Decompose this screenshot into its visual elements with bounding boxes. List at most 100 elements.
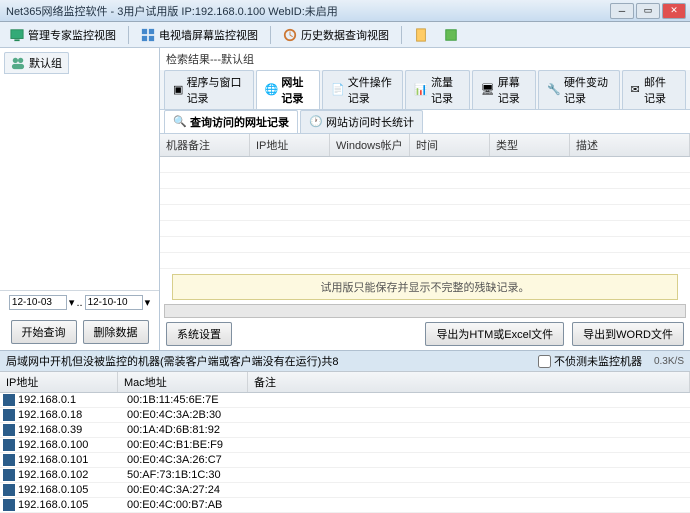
cell-ip: 192.168.0.18 <box>18 409 121 421</box>
tab-url[interactable]: 🌐网址记录 <box>256 70 320 109</box>
tab-screen[interactable]: 🖥屏幕记录 <box>472 70 536 109</box>
cell-ip: 192.168.0.1 <box>18 394 121 406</box>
cell-mac: 00:E0:4C:B1:BE:F9 <box>121 439 251 451</box>
mail-icon: ✉ <box>631 83 642 97</box>
cell-ip: 192.168.0.39 <box>18 424 121 436</box>
tab-program-window[interactable]: ▣程序与窗口记录 <box>164 70 254 109</box>
cell-mac: 00:E0:4C:00:B7:AB <box>121 499 251 511</box>
unmonitored-grid-header: IP地址 Mac地址 备注 <box>0 371 690 393</box>
col-desc[interactable]: 描述 <box>570 134 690 156</box>
unmonitored-header: 局域网中开机但没被监控的机器(需装客户端或客户端没有在运行)共8 不侦测未监控机… <box>0 351 690 371</box>
machine-row[interactable]: 192.168.0.10000:E0:4C:B1:BE:F9 <box>0 438 690 453</box>
col-ip[interactable]: IP地址 <box>250 134 330 156</box>
content-buttons: 系统设置 导出为HTM或Excel文件 导出到WORD文件 <box>160 318 690 350</box>
settings-button[interactable]: 系统设置 <box>166 322 232 346</box>
trial-warning: 试用版只能保存并显示不完整的残缺记录。 <box>172 274 678 300</box>
screen-icon: 🖥 <box>481 83 495 97</box>
unmonitored-title: 局域网中开机但没被监控的机器(需装客户端或客户端没有在运行)共8 <box>6 353 538 369</box>
cell-ip: 192.168.0.105 <box>18 499 121 511</box>
minimize-button[interactable]: ─ <box>610 3 634 19</box>
cell-mac: 00:1A:4D:6B:81:92 <box>121 424 251 436</box>
tab-file-ops[interactable]: 📄文件操作记录 <box>322 70 403 109</box>
sidebar: 默认组 ▾ .. ▾ 开始查询 删除数据 <box>0 48 160 350</box>
result-breadcrumb: 检索结果---默认组 <box>160 48 690 70</box>
machine-row[interactable]: 192.168.0.10250:AF:73:1B:1C:30 <box>0 468 690 483</box>
window-icon: ▣ <box>173 83 184 97</box>
machine-row[interactable]: 192.168.0.10500:E0:4C:00:B7:AB <box>0 498 690 513</box>
doc-icon <box>414 28 428 42</box>
dropdown-icon[interactable]: ▾ <box>145 296 151 309</box>
col-remark[interactable]: 机器备注 <box>160 134 250 156</box>
cell-ip: 192.168.0.100 <box>18 439 121 451</box>
grid-body[interactable] <box>160 157 690 270</box>
date-to-input[interactable] <box>85 295 143 310</box>
toolbar-history-view[interactable]: 历史数据查询视图 <box>279 25 393 45</box>
unmonitored-panel: 局域网中开机但没被监控的机器(需装客户端或客户端没有在运行)共8 不侦测未监控机… <box>0 350 690 513</box>
col-type[interactable]: 类型 <box>490 134 570 156</box>
delete-data-button[interactable]: 删除数据 <box>83 320 149 344</box>
date-from-input[interactable] <box>9 295 67 310</box>
tab-mail[interactable]: ✉邮件记录 <box>622 70 686 109</box>
export-excel-button[interactable]: 导出为HTM或Excel文件 <box>425 322 564 346</box>
file-icon: 📄 <box>331 83 345 97</box>
main-area: 默认组 ▾ .. ▾ 开始查询 删除数据 检索结果---默认组 ▣程序与窗口记录… <box>0 48 690 350</box>
close-button[interactable]: ✕ <box>662 3 686 19</box>
computer-icon <box>3 469 15 481</box>
machine-row[interactable]: 192.168.0.100:1B:11:45:6E:7E <box>0 393 690 408</box>
tab-hardware[interactable]: 🔧硬件变动记录 <box>538 70 619 109</box>
subtab-url-duration[interactable]: 🕐网站访问时长统计 <box>300 110 423 133</box>
tab-traffic[interactable]: 📊流量记录 <box>405 70 469 109</box>
unmonitored-rows[interactable]: 192.168.0.100:1B:11:45:6E:7E192.168.0.18… <box>0 393 690 513</box>
toolbar-extra-1[interactable] <box>410 26 432 44</box>
cell-ip: 192.168.0.105 <box>18 484 121 496</box>
grid-icon <box>141 28 155 42</box>
book-icon <box>444 28 458 42</box>
computer-icon <box>3 484 15 496</box>
lcol-remark[interactable]: 备注 <box>248 372 690 392</box>
history-icon <box>283 28 297 42</box>
lcol-ip[interactable]: IP地址 <box>0 372 118 392</box>
subtab-url-records[interactable]: 🔍查询访问的网址记录 <box>164 110 298 133</box>
machine-row[interactable]: 192.168.0.1800:E0:4C:3A:2B:30 <box>0 408 690 423</box>
machine-row[interactable]: 192.168.0.10100:E0:4C:3A:26:C7 <box>0 453 690 468</box>
main-toolbar: 管理专家监控视图 电视墙屏幕监控视图 历史数据查询视图 <box>0 22 690 48</box>
col-time[interactable]: 时间 <box>410 134 490 156</box>
window-title: Net365网络监控软件 - 3用户试用版 IP:192.168.0.100 W… <box>4 3 610 19</box>
sub-tabs: 🔍查询访问的网址记录 🕐网站访问时长统计 <box>160 110 690 134</box>
date-range: ▾ .. ▾ <box>0 290 159 314</box>
sidebar-tree[interactable] <box>0 78 159 290</box>
machine-row[interactable]: 192.168.0.3900:1A:4D:6B:81:92 <box>0 423 690 438</box>
speed-indicator: 0.3K/S <box>654 356 684 367</box>
lcol-mac[interactable]: Mac地址 <box>118 372 248 392</box>
sidebar-tab-default-group[interactable]: 默认组 <box>4 52 69 74</box>
cell-mac: 00:E0:4C:3A:2B:30 <box>121 409 251 421</box>
query-button[interactable]: 开始查询 <box>11 320 77 344</box>
chip-icon: 🔧 <box>547 83 561 97</box>
no-detect-checkbox[interactable]: 不侦测未监控机器 <box>538 353 642 369</box>
record-tabs: ▣程序与窗口记录 🌐网址记录 📄文件操作记录 📊流量记录 🖥屏幕记录 🔧硬件变动… <box>160 70 690 110</box>
computer-icon <box>3 394 15 406</box>
toolbar-manager-view[interactable]: 管理专家监控视图 <box>6 25 120 45</box>
horizontal-scrollbar[interactable] <box>164 304 686 318</box>
computer-icon <box>3 439 15 451</box>
cell-mac: 00:1B:11:45:6E:7E <box>121 394 251 406</box>
machine-row[interactable]: 192.168.0.10500:E0:4C:3A:27:24 <box>0 483 690 498</box>
dropdown-icon[interactable]: ▾ <box>69 296 75 309</box>
toolbar-extra-2[interactable] <box>440 26 462 44</box>
content-pane: 检索结果---默认组 ▣程序与窗口记录 🌐网址记录 📄文件操作记录 📊流量记录 … <box>160 48 690 350</box>
chart-icon: 📊 <box>414 83 428 97</box>
monitor-icon <box>10 28 24 42</box>
toolbar-tvwall-view[interactable]: 电视墙屏幕监控视图 <box>137 25 262 45</box>
titlebar: Net365网络监控软件 - 3用户试用版 IP:192.168.0.100 W… <box>0 0 690 22</box>
computer-icon <box>3 454 15 466</box>
export-word-button[interactable]: 导出到WORD文件 <box>572 322 684 346</box>
cell-ip: 192.168.0.101 <box>18 454 121 466</box>
users-icon <box>11 56 25 70</box>
col-winuser[interactable]: Windows帐户 <box>330 134 410 156</box>
maximize-button[interactable]: ▭ <box>636 3 660 19</box>
cell-mac: 00:E0:4C:3A:27:24 <box>121 484 251 496</box>
window-buttons: ─ ▭ ✕ <box>610 3 686 19</box>
grid-header: 机器备注 IP地址 Windows帐户 时间 类型 描述 <box>160 134 690 157</box>
cell-mac: 00:E0:4C:3A:26:C7 <box>121 454 251 466</box>
computer-icon <box>3 409 15 421</box>
